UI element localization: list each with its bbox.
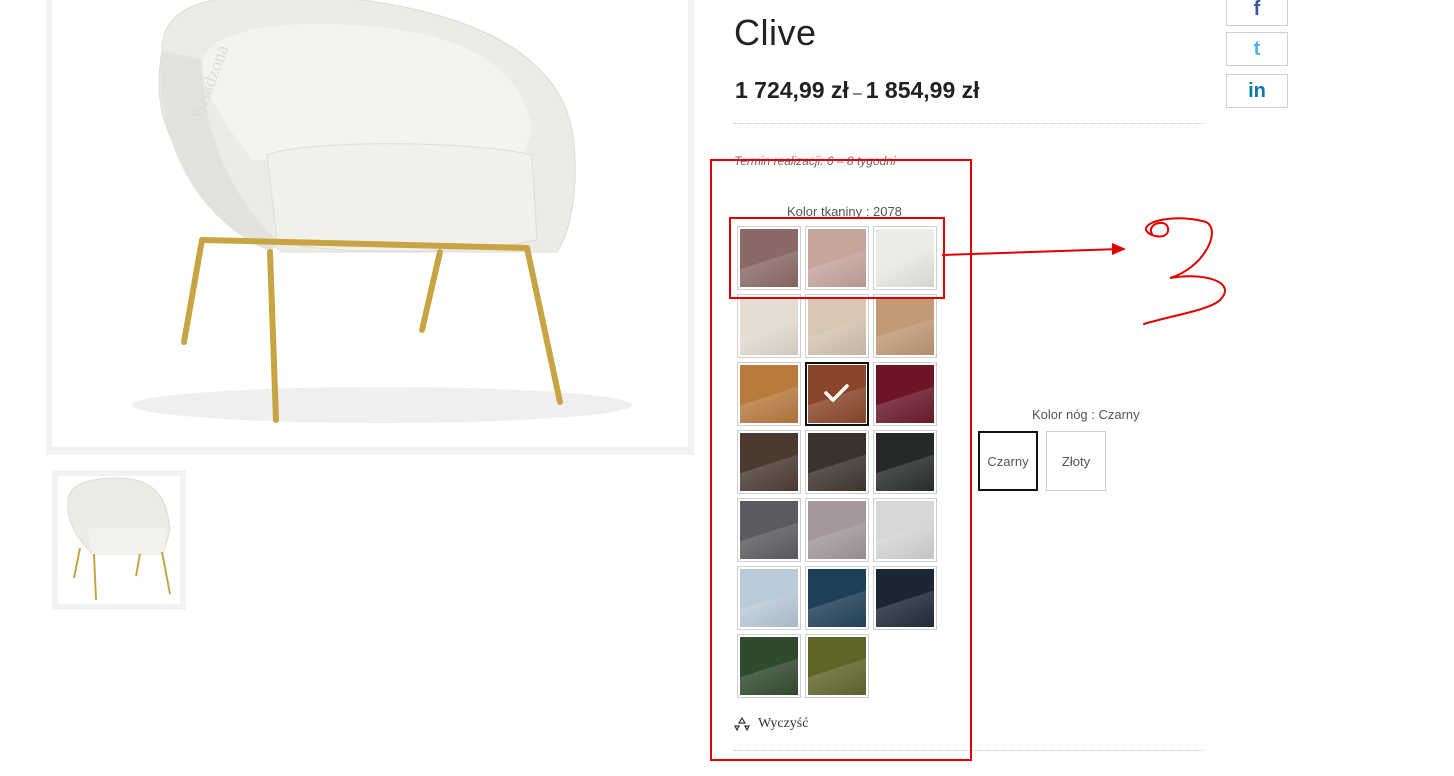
annotation-arrow-and-number: [941, 217, 1226, 325]
linkedin-icon: in: [1248, 79, 1266, 102]
price-min: 1 724,99 zł: [735, 77, 849, 103]
leg-option-zloty[interactable]: Złoty: [1046, 431, 1106, 491]
price-max: 1 854,99 zł: [865, 77, 980, 103]
facebook-share-button[interactable]: f: [1226, 0, 1288, 26]
armchair-illustration: Posadzona: [132, 0, 632, 423]
checkmark-icon: [824, 384, 849, 403]
linkedin-share-button[interactable]: in: [1226, 74, 1288, 108]
price-separator: –: [852, 85, 862, 102]
facebook-icon: f: [1253, 0, 1261, 20]
twitter-icon: t: [1253, 37, 1261, 60]
thumbnail-frame: [58, 476, 180, 604]
product-thumbnail[interactable]: [52, 470, 186, 610]
leg-option-label: Czarny: [987, 453, 1029, 469]
divider-top: [734, 123, 1204, 124]
product-title: Clive: [734, 12, 817, 53]
product-photo-frame: Posadzona: [52, 0, 688, 447]
leg-option-czarny[interactable]: Czarny: [978, 431, 1038, 491]
product-main-image[interactable]: Posadzona: [46, 0, 694, 455]
legs-color-label: Kolor nóg : Czarny: [1032, 407, 1140, 422]
twitter-share-button[interactable]: t: [1226, 32, 1288, 66]
annotation-inner-box: [729, 217, 945, 299]
product-price-range: 1 724,99 zł –1 854,99 zł: [735, 77, 980, 104]
thumbnail-armchair-illustration: [67, 477, 171, 601]
leg-option-label: Złoty: [1061, 453, 1091, 469]
